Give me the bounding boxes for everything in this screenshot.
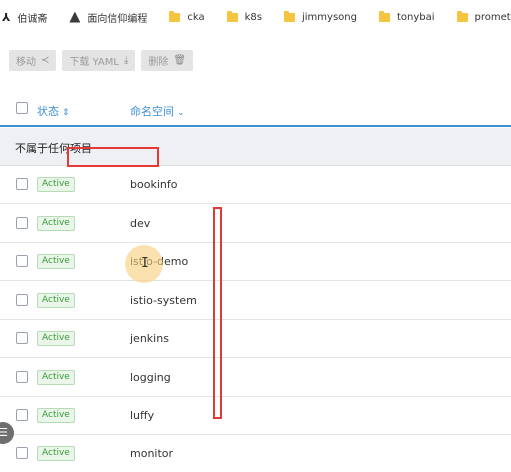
- table-row[interactable]: Active jenkins: [0, 320, 511, 358]
- column-header-status-label: 状态: [37, 105, 59, 118]
- folder-icon: [378, 10, 390, 22]
- text-cursor-icon: I: [141, 256, 149, 271]
- namespace-name[interactable]: istio-system: [130, 294, 197, 307]
- share-icon: ≺: [41, 55, 50, 66]
- namespace-name[interactable]: monitor: [130, 447, 173, 460]
- column-header-namespace-label: 命名空间: [130, 105, 174, 118]
- namespace-name[interactable]: bookinfo: [130, 178, 177, 191]
- table-row[interactable]: Active monitor: [0, 435, 511, 472]
- chevron-down-icon: ⌄: [177, 108, 185, 118]
- row-checkbox[interactable]: [16, 447, 28, 459]
- bookmark-jimmysong[interactable]: jimmysong: [284, 10, 357, 23]
- download-icon: ⤓: [123, 55, 129, 66]
- row-checkbox[interactable]: [16, 294, 28, 306]
- sort-icon: ⇕: [62, 108, 70, 118]
- row-checkbox[interactable]: [16, 255, 28, 267]
- bookmark-bochengzhai[interactable]: ⅄ 伯诚斋: [2, 10, 47, 25]
- row-checkbox[interactable]: [16, 217, 28, 229]
- status-badge: Active: [37, 446, 75, 461]
- row-checkbox[interactable]: [16, 409, 28, 421]
- move-button-label: 移动: [16, 57, 36, 68]
- bookmark-label: jimmysong: [302, 11, 357, 23]
- status-badge: Active: [37, 293, 75, 308]
- folder-icon: [226, 10, 238, 22]
- bookmark-label: 面向信仰编程: [87, 13, 148, 25]
- table-row[interactable]: Active logging: [0, 359, 511, 397]
- status-badge: Active: [37, 408, 75, 423]
- bookmark-label: k8s: [244, 11, 262, 23]
- bookmark-k8s[interactable]: k8s: [226, 10, 262, 23]
- folder-icon: [169, 10, 181, 22]
- table-row[interactable]: Active dev: [0, 205, 511, 243]
- download-yaml-button[interactable]: 下载 YAML ⤓: [62, 50, 136, 71]
- download-button-label: 下载 YAML: [69, 57, 119, 68]
- table-row[interactable]: Active bookinfo: [0, 166, 511, 204]
- annotation-highlight-box: [67, 147, 159, 167]
- bookmark-prometheus[interactable]: prometheus: [456, 10, 511, 23]
- status-badge: Active: [37, 177, 75, 192]
- bookmark-tonybai[interactable]: tonybai: [378, 10, 435, 23]
- bookmark-faith-programming[interactable]: 面向信仰编程: [69, 10, 147, 25]
- bookmark-label: 伯诚斋: [17, 13, 48, 25]
- bookmark-cka[interactable]: cka: [169, 10, 205, 23]
- status-badge: Active: [37, 254, 75, 269]
- namespace-name[interactable]: jenkins: [130, 332, 169, 345]
- folder-icon: [284, 10, 295, 22]
- annotation-highlight-box: [213, 207, 222, 419]
- trash-icon: 🗑: [173, 55, 187, 66]
- bulk-actions-toolbar: 移动 ≺ 下载 YAML ⤓ 删除 🗑: [9, 50, 194, 71]
- row-checkbox[interactable]: [16, 178, 28, 190]
- column-header-namespace[interactable]: 命名空间 ⌄: [130, 103, 185, 119]
- bookmark-label: cka: [187, 11, 205, 23]
- table-row[interactable]: Active istio-system: [0, 282, 511, 320]
- status-badge: Active: [37, 370, 75, 385]
- namespace-name[interactable]: dev: [130, 217, 150, 230]
- table-header: 状态 ⇕ 命名空间 ⌄: [0, 93, 511, 127]
- row-checkbox[interactable]: [16, 371, 28, 383]
- status-badge: Active: [37, 216, 75, 231]
- delete-button-label: 删除: [148, 57, 169, 68]
- table-row[interactable]: Active istio-demo: [0, 243, 511, 281]
- namespace-name[interactable]: logging: [130, 371, 171, 384]
- bookmark-label: prometheus: [474, 11, 511, 23]
- triangle-logo-icon: [69, 11, 81, 23]
- folder-icon: [456, 10, 468, 22]
- bookmarks-bar: ⅄ 伯诚斋 面向信仰编程 cka k8s jimmysong tonybai p…: [0, 0, 511, 34]
- bookmark-label: tonybai: [396, 11, 435, 23]
- column-header-status[interactable]: 状态 ⇕: [37, 103, 70, 119]
- table-row[interactable]: Active luffy: [0, 397, 511, 435]
- delete-button[interactable]: 删除 🗑: [141, 50, 194, 71]
- a-logo-icon: ⅄: [2, 10, 11, 24]
- namespace-name[interactable]: luffy: [130, 409, 154, 422]
- row-checkbox[interactable]: [16, 332, 28, 344]
- status-badge: Active: [37, 331, 75, 346]
- select-all-checkbox[interactable]: [16, 102, 28, 114]
- move-button[interactable]: 移动 ≺: [9, 50, 57, 71]
